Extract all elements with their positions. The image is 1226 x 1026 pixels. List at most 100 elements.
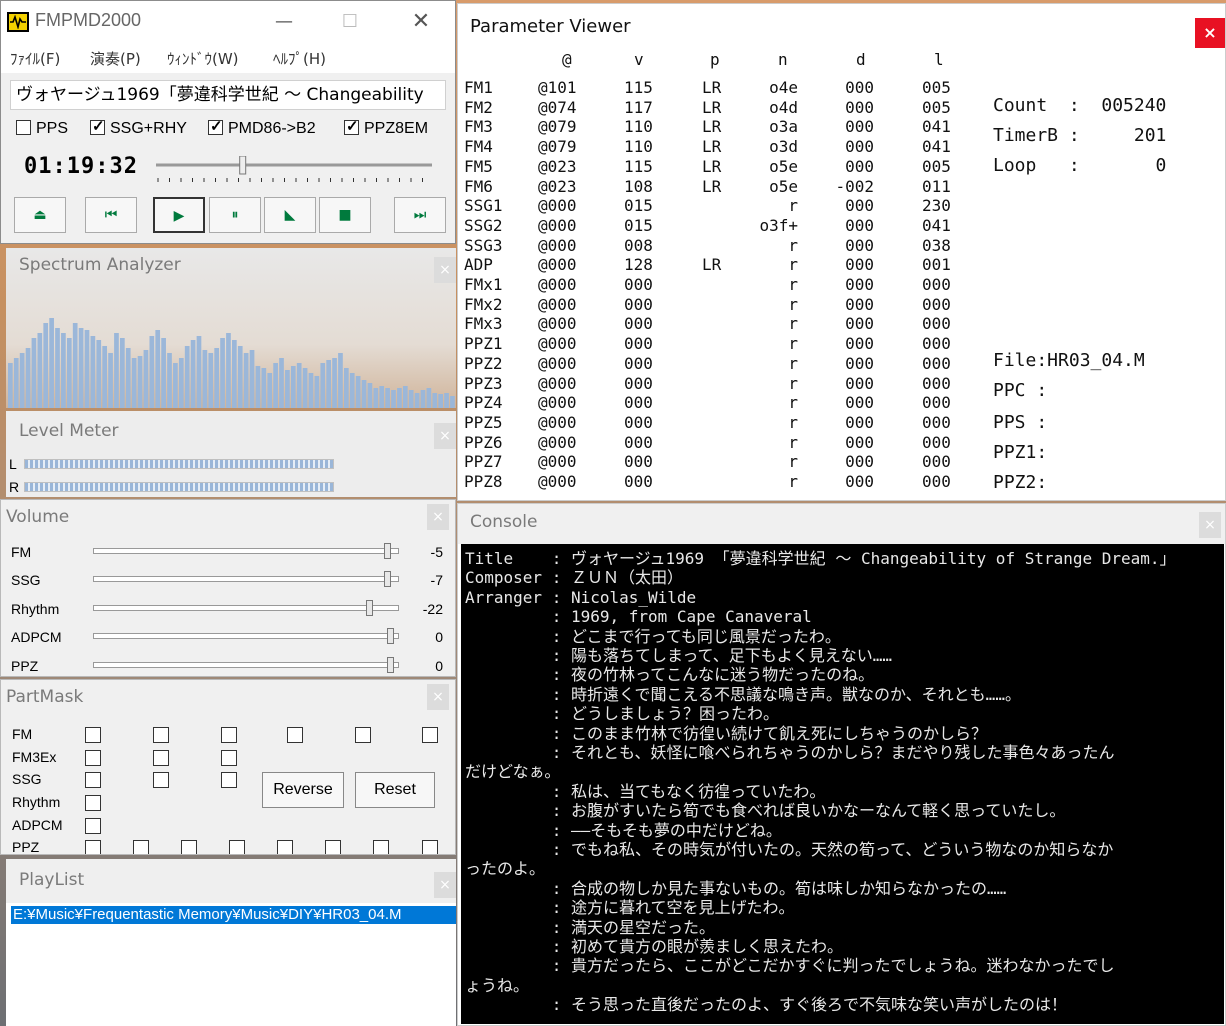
console-line: : 満天の星空だった。 [465, 917, 715, 937]
volume-thumb[interactable] [387, 628, 395, 644]
minimize-button[interactable]: — [262, 7, 306, 37]
checkbox-ssg-rhy[interactable]: ✓ SSG+RHY [90, 118, 187, 140]
spectrum-bar [125, 348, 131, 408]
partmask-checkbox[interactable] [153, 750, 169, 766]
parameter-cell: @000 [538, 393, 577, 413]
parameter-cell: 041 [922, 137, 951, 157]
parameter-cell: 005 [922, 78, 951, 97]
spectrum-bar [184, 346, 190, 408]
pause-button[interactable]: ⏸ [209, 197, 261, 233]
parameter-cell: 000 [845, 196, 874, 216]
fast-forward-button[interactable]: ◣ [264, 197, 316, 233]
parameter-cell: PPZ8 [464, 472, 503, 491]
partmask-checkbox[interactable] [422, 840, 438, 854]
console-line: : 私は、当てもなく彷徨っていたわ。 [465, 781, 826, 801]
spectrum-bar [273, 363, 278, 408]
checkbox-box[interactable]: ✓ [344, 118, 359, 135]
parameter-cell: @000 [538, 275, 577, 294]
volume-slider[interactable] [93, 571, 399, 587]
parameter-cell: @000 [538, 294, 577, 314]
stop-button[interactable]: ■ [319, 197, 371, 233]
parameter-cell: 041 [922, 117, 951, 137]
seek-thumb[interactable] [239, 155, 247, 175]
partmask-checkbox[interactable] [85, 818, 101, 834]
song-title-field[interactable]: ヴォヤージュ1969「夢違科学世紀 〜 Changeability [10, 80, 446, 110]
playlist-item[interactable]: E:¥Music¥Frequentastic Memory¥Music¥DIY¥… [11, 906, 456, 924]
close-icon[interactable]: × [427, 684, 449, 710]
partmask-checkbox[interactable] [85, 727, 101, 743]
partmask-checkbox[interactable] [153, 727, 169, 743]
volume-slider[interactable] [93, 600, 399, 616]
menu-help[interactable]: ﾍﾙﾌﾟ(H) [273, 48, 326, 69]
parameter-cell: @000 [538, 432, 577, 452]
close-icon[interactable]: × [434, 423, 456, 449]
volume-thumb[interactable] [384, 543, 392, 559]
seek-slider[interactable] [154, 155, 434, 186]
spectrum-bar [267, 373, 273, 408]
menu-play[interactable]: 演奏(P) [90, 48, 141, 69]
parameter-cell: 001 [922, 255, 951, 275]
parameter-cell: o4e [769, 78, 798, 97]
reset-button[interactable]: Reset [355, 772, 435, 808]
parameter-cell: @000 [538, 235, 577, 255]
spectrum-bar [96, 340, 102, 408]
checkbox-box[interactable]: ✓ [90, 118, 105, 135]
partmask-checkbox[interactable] [133, 840, 149, 854]
menu-file[interactable]: ﾌｧｲﾙ(F) [10, 48, 60, 69]
partmask-checkbox[interactable] [325, 840, 341, 854]
reverse-button[interactable]: Reverse [262, 772, 344, 808]
spectrum-bar [344, 368, 349, 408]
close-icon[interactable]: × [434, 872, 456, 898]
volume-thumb[interactable] [387, 657, 395, 673]
partmask-checkbox[interactable] [85, 840, 101, 854]
close-button[interactable]: × [1195, 18, 1225, 48]
parameter-cell: 000 [922, 353, 951, 373]
title-bar[interactable]: FMPMD2000 — ☐ ✕ [1, 1, 455, 43]
partmask-checkbox[interactable] [229, 840, 245, 854]
partmask-checkbox[interactable] [85, 750, 101, 766]
spectrum-bar [208, 353, 214, 408]
spectrum-bar [178, 358, 184, 408]
volume-slider[interactable] [93, 628, 399, 644]
parameter-cell: 108 [624, 176, 653, 196]
close-icon[interactable]: × [434, 257, 456, 283]
checkbox-pmd86-b2[interactable]: ✓ PMD86->B2 [208, 118, 316, 140]
partmask-checkbox[interactable] [221, 772, 237, 788]
prev-button[interactable]: ⏮ [85, 197, 137, 233]
partmask-checkbox[interactable] [85, 772, 101, 788]
next-button[interactable]: ⏭ [394, 197, 446, 233]
eject-icon: ⏏ [33, 207, 47, 223]
close-icon[interactable]: × [427, 504, 449, 530]
partmask-checkbox[interactable] [287, 727, 303, 743]
eject-button[interactable]: ⏏ [14, 197, 66, 233]
parameter-cell: 115 [624, 156, 653, 176]
left-channel-label: L [9, 456, 17, 472]
play-button[interactable]: ▶ [153, 197, 205, 233]
partmask-checkbox[interactable] [181, 840, 197, 854]
volume-slider[interactable] [93, 543, 399, 559]
partmask-checkbox[interactable] [221, 727, 237, 743]
partmask-checkbox[interactable] [153, 772, 169, 788]
checkbox-box[interactable] [16, 120, 31, 135]
partmask-checkbox[interactable] [85, 795, 101, 811]
parameter-cell: 005 [922, 97, 951, 117]
checkbox-box[interactable]: ✓ [208, 118, 223, 135]
checkbox-ppz8em[interactable]: ✓ PPZ8EM [344, 118, 428, 140]
maximize-button[interactable]: ☐ [328, 7, 372, 37]
partmask-checkbox[interactable] [373, 840, 389, 854]
close-button[interactable]: ✕ [399, 7, 443, 37]
partmask-checkbox[interactable] [422, 727, 438, 743]
menu-window[interactable]: ｳｨﾝﾄﾞｳ(W) [167, 48, 239, 69]
main-window: FMPMD2000 — ☐ ✕ ﾌｧｲﾙ(F) 演奏(P) ｳｨﾝﾄﾞｳ(W) … [0, 0, 456, 244]
parameter-cell: PPZ6 [464, 432, 503, 452]
partmask-checkbox[interactable] [355, 727, 371, 743]
window-title: Volume [6, 507, 70, 527]
checkbox-pps[interactable]: PPS [16, 120, 68, 140]
volume-slider[interactable] [93, 657, 399, 673]
volume-thumb[interactable] [366, 600, 374, 616]
close-icon[interactable]: × [1199, 512, 1221, 538]
partmask-checkbox[interactable] [277, 840, 293, 854]
partmask-checkbox[interactable] [221, 750, 237, 766]
volume-thumb[interactable] [384, 571, 392, 587]
spectrum-bar [108, 353, 113, 408]
